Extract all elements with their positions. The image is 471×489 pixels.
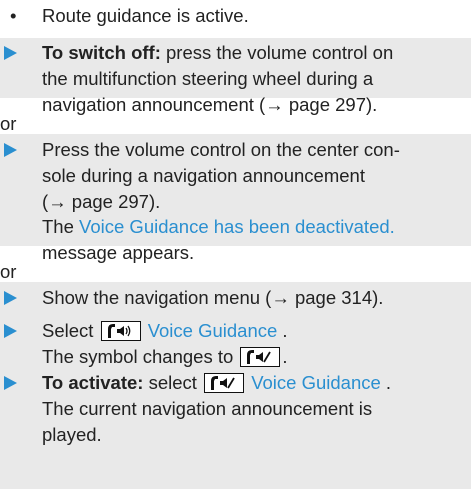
symbol-note: The symbol changes to . (42, 344, 288, 369)
blue-triangle-arrow-icon (4, 46, 17, 60)
step-text: . (282, 346, 288, 367)
step-text: Select (42, 320, 99, 341)
or-separator: or (0, 113, 17, 134)
or-separator: or (0, 261, 17, 282)
step-text: The symbol changes to (42, 346, 239, 367)
voice-guidance-link[interactable]: Voice Guidance (148, 320, 278, 341)
step-text: The (42, 216, 80, 237)
step-console-line2: sole during a navigation announcement (42, 165, 365, 186)
step-select: Select Voice Guidance . (42, 318, 288, 343)
step-switch-off-line3: navigation announcement (→ page 297). (42, 94, 378, 115)
result-line1: The current navigation announcement is (42, 398, 373, 419)
step-activate: To activate: select Voice Guidance . (42, 370, 391, 395)
result-line2: played. (42, 424, 102, 445)
step-text: select (143, 372, 203, 393)
step-console-line4: The Voice Guidance has been deactivated. (42, 214, 395, 239)
blue-triangle-arrow-icon (4, 324, 17, 338)
step-console-line1: Press the volume control on the center c… (42, 139, 400, 160)
voice-guidance-off-icon (204, 373, 245, 393)
step-lead: To activate: (42, 372, 144, 393)
blue-triangle-arrow-icon (4, 291, 17, 305)
blue-triangle-arrow-icon (4, 376, 17, 390)
voice-guidance-on-icon (100, 321, 141, 341)
step-switch-off-line1: To switch off: press the volume control … (42, 40, 393, 65)
step-console-line5: message appears. (42, 242, 195, 263)
step-text: . (380, 372, 392, 393)
step-text: press the volume control on (160, 42, 394, 63)
blue-triangle-arrow-icon (4, 143, 17, 157)
step-switch-off-line2: the multifunction steering wheel during … (42, 68, 374, 89)
voice-guidance-link[interactable]: Voice Guidance (251, 372, 381, 393)
bullet-icon: • (10, 5, 17, 26)
manual-page: • Route guidance is active. To switch of… (0, 0, 471, 489)
step-lead: To switch off: (42, 42, 161, 63)
step-menu: Show the navigation menu (→ page 314). (42, 287, 384, 308)
condition-text: Route guidance is active. (42, 5, 249, 26)
step-text: . (277, 320, 288, 341)
voice-guidance-off-icon (240, 347, 281, 367)
display-message: Voice Guidance has been deactivated. (79, 216, 395, 237)
step-console-line3: (→ page 297). (42, 191, 161, 212)
